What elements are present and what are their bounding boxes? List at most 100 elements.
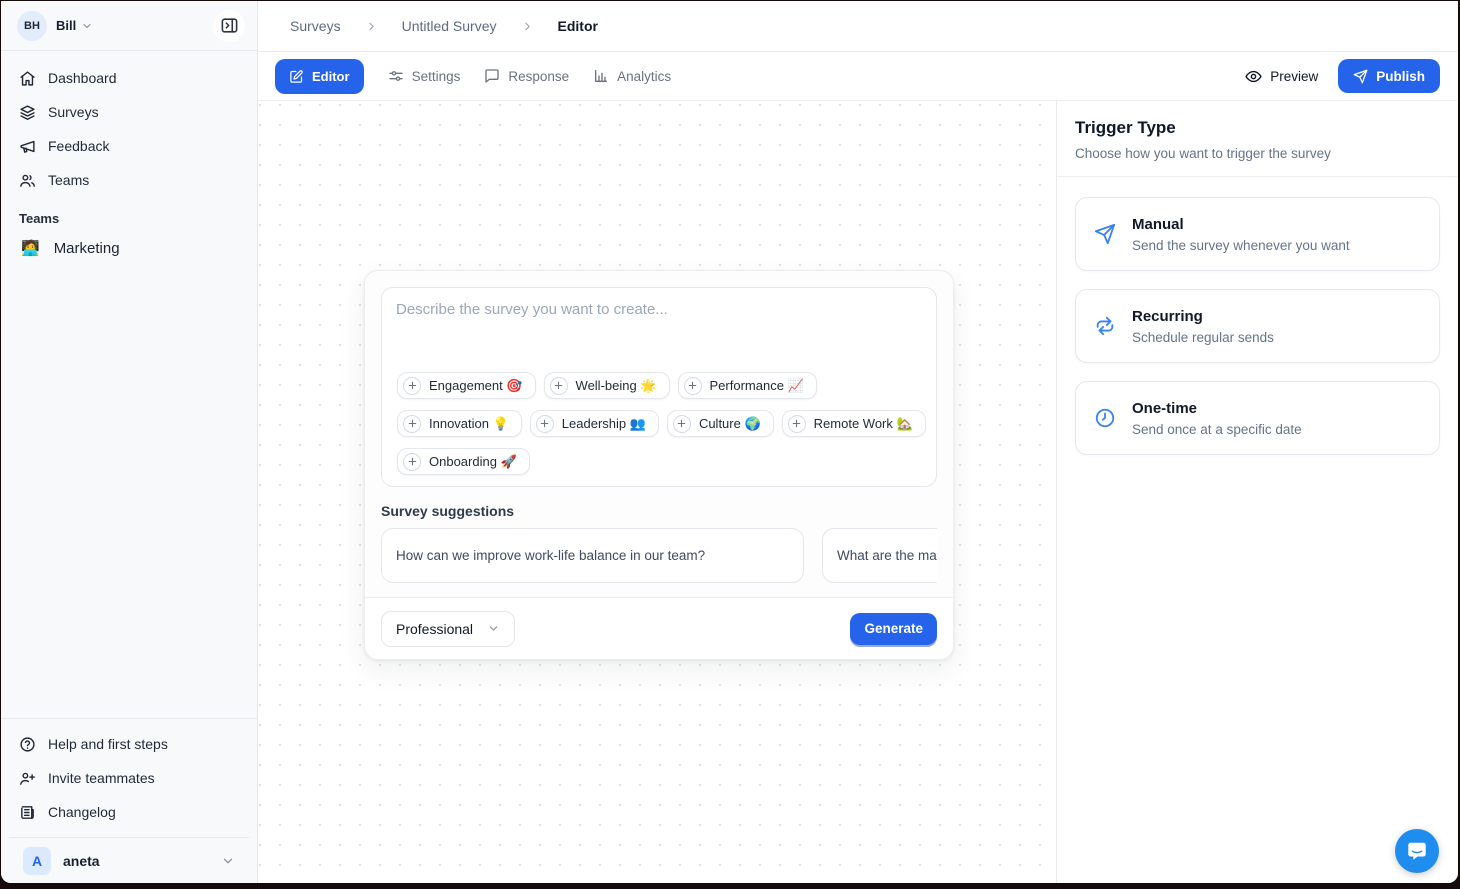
plus-icon	[403, 415, 421, 433]
topic-chip-remote-work[interactable]: Remote Work 🏡	[782, 410, 926, 437]
plus-icon	[684, 377, 702, 395]
sidebar-item-label: Changelog	[48, 804, 116, 820]
panel-header: Trigger Type Choose how you want to trig…	[1057, 101, 1458, 177]
option-description: Send the survey whenever you want	[1132, 238, 1350, 253]
sidebar-item-changelog[interactable]: Changelog	[9, 795, 249, 829]
workspace-switcher[interactable]: BH Bill	[1, 1, 257, 51]
help-circle-icon	[19, 736, 36, 753]
team-label: Marketing	[54, 240, 120, 257]
user-menu[interactable]: A aneta	[9, 837, 249, 883]
chip-label: Leadership 👥	[562, 416, 646, 432]
send-icon	[1094, 223, 1116, 245]
plus-icon	[536, 415, 554, 433]
trigger-option-recurring[interactable]: Recurring Schedule regular sends	[1075, 289, 1440, 363]
plus-icon	[673, 415, 691, 433]
topic-chip-engagement[interactable]: Engagement 🎯	[397, 372, 536, 399]
breadcrumb-editor: Editor	[558, 18, 598, 34]
sidebar: BH Bill Dashboard Surv	[1, 1, 258, 883]
topic-chips: Engagement 🎯 Well-being 🌟 Performance 📈	[397, 372, 926, 475]
sidebar-item-feedback[interactable]: Feedback	[9, 129, 249, 163]
megaphone-icon	[19, 138, 36, 155]
tab-label: Editor	[312, 69, 350, 84]
trigger-option-one-time[interactable]: One-time Send once at a specific date	[1075, 381, 1440, 455]
home-icon	[19, 70, 36, 87]
sidebar-item-dashboard[interactable]: Dashboard	[9, 61, 249, 95]
topic-chip-leadership[interactable]: Leadership 👥	[530, 410, 659, 437]
generator-footer: Professional Generate	[365, 597, 953, 659]
generate-button[interactable]: Generate	[850, 613, 937, 645]
user-avatar: A	[23, 847, 51, 875]
survey-prompt-input[interactable]	[382, 288, 936, 378]
chat-messenger-icon	[1406, 840, 1428, 862]
breadcrumb-surveys[interactable]: Surveys	[290, 18, 341, 34]
topic-chip-culture[interactable]: Culture 🌍	[667, 410, 774, 437]
chat-launcher-button[interactable]	[1395, 829, 1439, 873]
chip-row: Innovation 💡 Leadership 👥 Culture 🌍	[397, 410, 926, 437]
option-text: Recurring Schedule regular sends	[1132, 308, 1274, 345]
tone-select[interactable]: Professional	[381, 611, 515, 647]
tab-response[interactable]: Response	[484, 68, 569, 84]
plus-icon	[788, 415, 806, 433]
main-area: Surveys Untitled Survey Editor Editor	[258, 1, 1458, 883]
option-description: Send once at a specific date	[1132, 422, 1302, 437]
trigger-type-panel: Trigger Type Choose how you want to trig…	[1056, 101, 1458, 883]
sidebar-item-label: Teams	[48, 172, 89, 188]
suggestions-title: Survey suggestions	[381, 503, 937, 519]
topic-chip-performance[interactable]: Performance 📈	[678, 372, 817, 399]
tab-settings[interactable]: Settings	[388, 68, 461, 84]
tab-analytics[interactable]: Analytics	[593, 68, 671, 84]
publish-button[interactable]: Publish	[1338, 59, 1440, 93]
plus-icon	[403, 453, 421, 471]
option-description: Schedule regular sends	[1132, 330, 1274, 345]
preview-button[interactable]: Preview	[1245, 68, 1318, 85]
sidebar-item-label: Surveys	[48, 104, 99, 120]
chat-bubble-icon	[484, 68, 500, 84]
sidebar-collapse-button[interactable]	[213, 10, 245, 42]
chip-label: Well-being 🌟	[576, 378, 657, 394]
chip-label: Remote Work 🏡	[814, 416, 913, 432]
sidebar-item-surveys[interactable]: Surveys	[9, 95, 249, 129]
teams-section-label: Teams	[1, 197, 257, 232]
suggestion-card-1[interactable]: How can we improve work-life balance in …	[381, 528, 804, 583]
clock-icon	[1094, 407, 1116, 429]
chip-label: Innovation 💡	[429, 416, 509, 432]
sidebar-item-label: Feedback	[48, 138, 109, 154]
chip-label: Onboarding 🚀	[429, 454, 517, 470]
sliders-icon	[388, 68, 404, 84]
sidebar-item-team-marketing[interactable]: 🧑‍💻 Marketing	[9, 232, 249, 264]
plus-icon	[550, 377, 568, 395]
panel-title: Trigger Type	[1075, 118, 1440, 138]
chip-label: Engagement 🎯	[429, 378, 523, 394]
editor-canvas[interactable]: Engagement 🎯 Well-being 🌟 Performance 📈	[258, 101, 1056, 883]
chevron-down-icon	[221, 854, 235, 868]
suggestion-card-2[interactable]: What are the main ob	[822, 528, 937, 583]
suggestion-row: How can we improve work-life balance in …	[381, 528, 937, 583]
topic-chip-wellbeing[interactable]: Well-being 🌟	[544, 372, 670, 399]
trigger-option-manual[interactable]: Manual Send the survey whenever you want	[1075, 197, 1440, 271]
chip-row: Engagement 🎯 Well-being 🌟 Performance 📈	[397, 372, 926, 399]
topic-chip-onboarding[interactable]: Onboarding 🚀	[397, 448, 530, 475]
users-icon	[19, 172, 36, 189]
chevron-right-icon	[521, 20, 534, 33]
chip-label: Culture 🌍	[699, 416, 761, 432]
chevron-right-icon	[365, 20, 378, 33]
survey-generator-card: Engagement 🎯 Well-being 🌟 Performance 📈	[364, 270, 954, 660]
trigger-options: Manual Send the survey whenever you want…	[1057, 177, 1458, 475]
bar-chart-icon	[593, 68, 609, 84]
tone-value: Professional	[396, 621, 473, 637]
topic-chip-innovation[interactable]: Innovation 💡	[397, 410, 522, 437]
content: Engagement 🎯 Well-being 🌟 Performance 📈	[258, 101, 1458, 883]
preview-label: Preview	[1270, 69, 1318, 84]
sidebar-item-help[interactable]: Help and first steps	[9, 727, 249, 761]
sidebar-footer: Help and first steps Invite teammates Ch…	[1, 718, 257, 883]
sidebar-item-label: Invite teammates	[48, 770, 155, 786]
option-title: Manual	[1132, 216, 1350, 233]
sidebar-item-invite[interactable]: Invite teammates	[9, 761, 249, 795]
tab-editor[interactable]: Editor	[275, 59, 364, 94]
panel-toggle-icon	[220, 16, 239, 35]
tab-label: Response	[508, 69, 569, 84]
toolbar: Editor Settings Response Analytics	[258, 52, 1458, 101]
app-window: BH Bill Dashboard Surv	[1, 1, 1458, 883]
breadcrumb-untitled-survey[interactable]: Untitled Survey	[402, 18, 497, 34]
sidebar-item-teams[interactable]: Teams	[9, 163, 249, 197]
